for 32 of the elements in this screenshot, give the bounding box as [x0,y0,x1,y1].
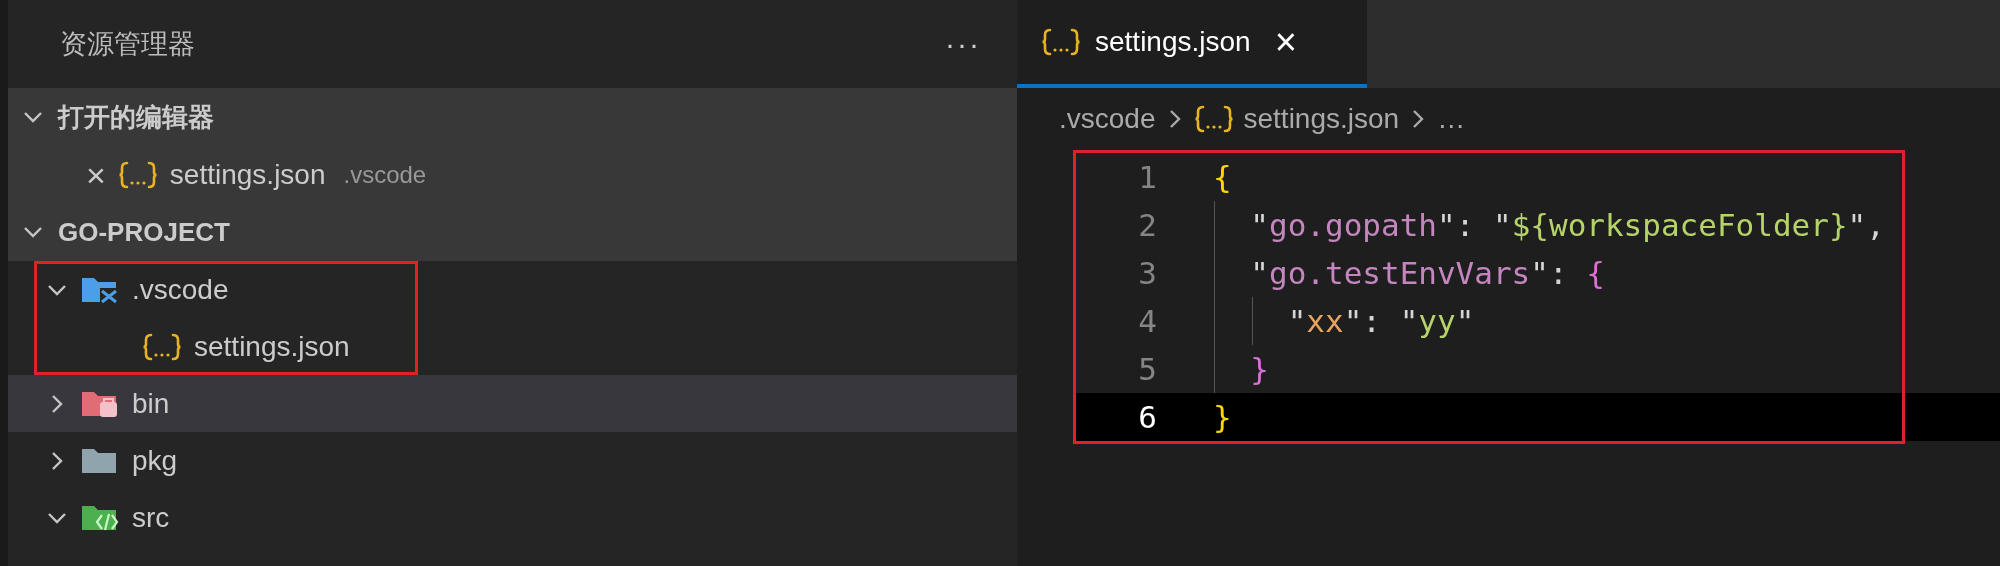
editor-tab[interactable]: settings.json × [1017,0,1367,88]
open-editor-item[interactable]: × settings.json .vscode [8,146,1017,203]
code-line: "xx": "yy" [1286,303,1475,339]
line-number: 3 [1137,255,1157,291]
section-header[interactable]: GO-PROJECT [8,203,1017,261]
code-line: } [1249,351,1269,387]
close-button[interactable]: × [1274,20,1297,64]
json-braces-icon [1041,27,1081,57]
line-number: 1 [1137,159,1157,195]
section-header[interactable]: 打开的编辑器 [8,88,1017,146]
breadcrumb-item[interactable]: .vscode [1059,103,1156,135]
breadcrumb-item[interactable]: settings.json [1193,103,1400,135]
line-number: 2 [1137,207,1157,243]
code-line: } [1213,399,1232,435]
code-line: "go.testEnvVars": { [1249,255,1605,291]
folder-item[interactable]: pkg [8,432,1017,489]
json-braces-icon [142,331,182,362]
code-line: "go.gopath": "${workspaceFolder}", [1249,207,1885,243]
more-actions-button[interactable]: ··· [945,27,981,61]
folder-item[interactable]: .vscode [8,261,1017,318]
code-line: { [1213,159,1232,195]
json-braces-icon [1193,104,1234,134]
line-number: 5 [1137,351,1157,387]
close-button[interactable]: × [86,157,106,192]
breadcrumb-item[interactable]: … [1437,103,1466,135]
line-number: 6 [1137,399,1157,435]
json-braces-icon [117,159,158,190]
line-number: 4 [1137,303,1157,339]
panel-title: 资源管理器 [60,28,195,61]
folder-item[interactable]: bin [8,375,1017,432]
file-item[interactable]: settings.json [8,318,1017,375]
folder-item[interactable]: src [8,489,1017,546]
